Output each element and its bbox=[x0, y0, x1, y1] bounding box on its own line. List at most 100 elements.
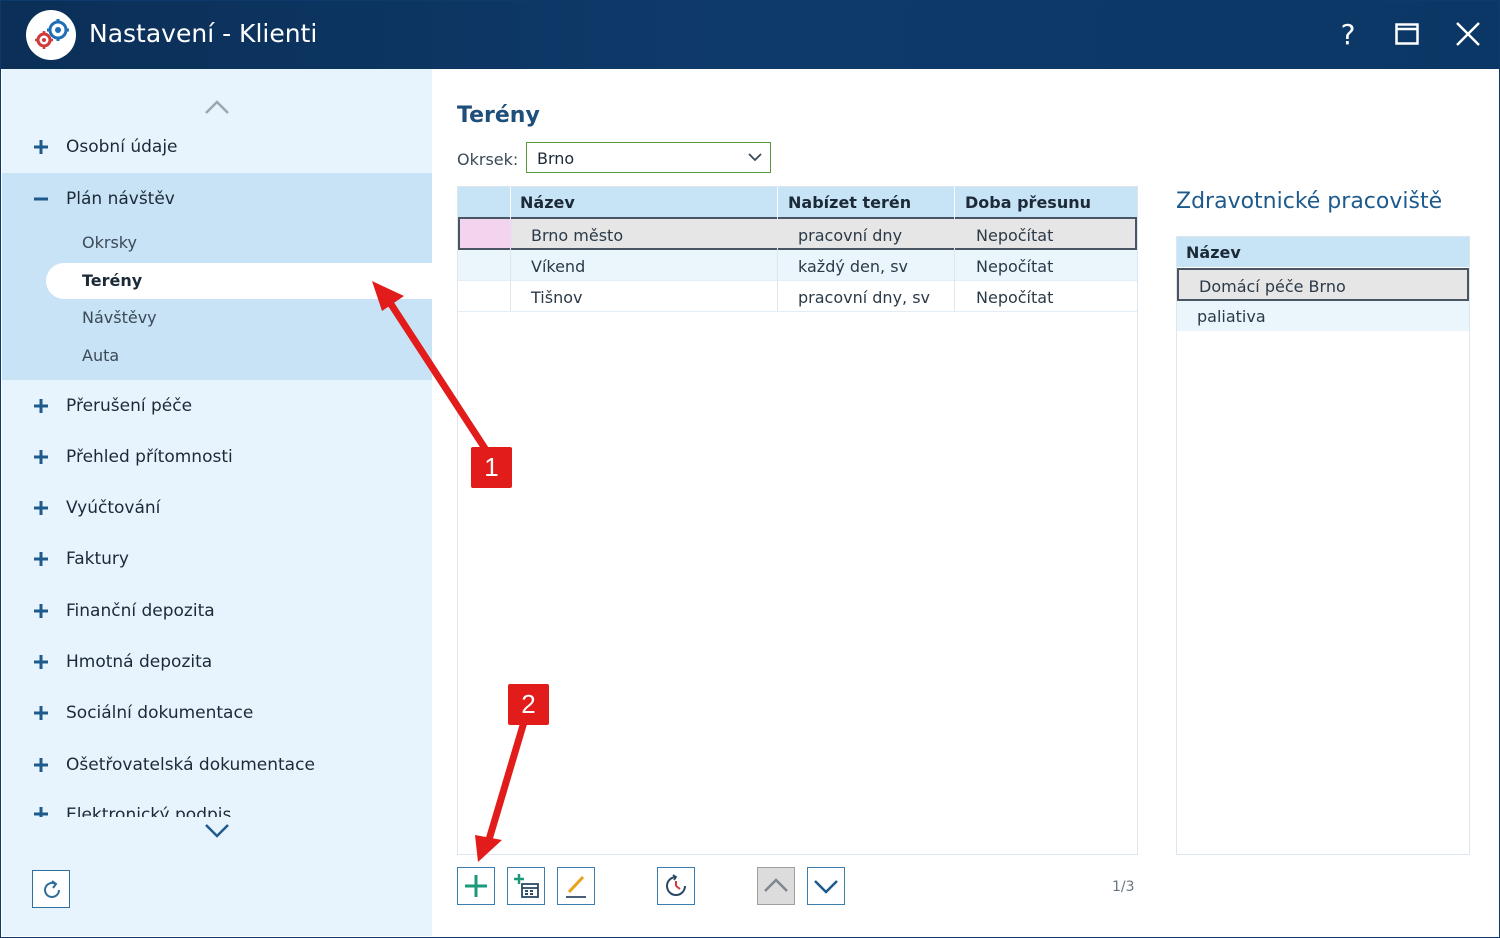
chevron-up-icon bbox=[205, 100, 229, 114]
sidebar-subitem-label: Auta bbox=[82, 346, 120, 365]
history-button[interactable] bbox=[657, 867, 695, 905]
plus-icon bbox=[34, 552, 48, 566]
side-panel-title: Zdravotnické pracoviště bbox=[1176, 189, 1443, 214]
cell-name: Tišnov bbox=[531, 288, 583, 307]
app-logo-gears-icon bbox=[26, 10, 76, 60]
sidebar-item-label: Osobní údaje bbox=[66, 137, 178, 157]
sidebar-item-prehled-pritomnosti[interactable]: Přehled přítomnosti bbox=[2, 437, 432, 477]
row-indicator bbox=[460, 219, 512, 248]
sidebar-item-vyuctovani[interactable]: Vyúčtování bbox=[2, 488, 432, 528]
column-divider bbox=[510, 217, 511, 311]
sidebar-subitem-okrsky[interactable]: Okrsky bbox=[46, 225, 432, 261]
add-button[interactable] bbox=[457, 867, 495, 905]
plus-icon bbox=[34, 399, 48, 413]
sidebar-item-osetrovatelska-dokumentace[interactable]: Ošetřovatelská dokumentace bbox=[2, 745, 432, 785]
sidebar-item-label: Hmotná depozita bbox=[66, 652, 213, 672]
minus-icon bbox=[34, 197, 48, 201]
sidebar-item-label: Přerušení péče bbox=[66, 396, 193, 416]
sidebar-item-label: Ošetřovatelská dokumentace bbox=[66, 755, 315, 775]
column-divider bbox=[954, 217, 955, 311]
add-calendar-button[interactable] bbox=[507, 867, 545, 905]
cell-travel: Nepočítat bbox=[976, 226, 1054, 245]
close-button[interactable] bbox=[1448, 14, 1488, 54]
sidebar-item-label: Sociální dokumentace bbox=[66, 703, 254, 723]
main-panel: Terény Okrsek: Brno Název Nabízet terén … bbox=[432, 69, 1498, 936]
page-title: Terény bbox=[457, 103, 540, 128]
table-row[interactable]: Tišnov pracovní dny, sv Nepočítat bbox=[458, 281, 1137, 312]
move-down-button[interactable] bbox=[807, 867, 845, 905]
column-header-travel[interactable]: Doba přesunu bbox=[965, 193, 1091, 212]
grid-header: Název bbox=[1177, 237, 1469, 267]
list-item[interactable]: Domácí péče Brno bbox=[1177, 268, 1469, 301]
edit-pencil-icon bbox=[566, 875, 586, 898]
grid-header: Název Nabízet terén Doba přesunu bbox=[458, 187, 1137, 217]
plus-icon bbox=[34, 758, 48, 772]
cell-name: Brno město bbox=[531, 226, 624, 245]
sidebar-item-label: Elektronický podpis bbox=[66, 805, 232, 817]
sidebar-subitem-label: Návštěvy bbox=[82, 308, 157, 327]
cell-offer: každý den, sv bbox=[798, 257, 909, 276]
close-icon bbox=[1456, 22, 1480, 46]
sidebar-subitem-label: Okrsky bbox=[82, 233, 137, 252]
move-up-button[interactable] bbox=[757, 867, 795, 905]
plus-icon bbox=[34, 655, 48, 669]
district-filter-label: Okrsek: bbox=[457, 150, 519, 169]
refresh-icon bbox=[44, 880, 60, 898]
column-header-offer[interactable]: Nabízet terén bbox=[788, 193, 911, 212]
workplaces-grid: Název Domácí péče Brno paliativa bbox=[1176, 236, 1470, 855]
sidebar-item-label: Přehled přítomnosti bbox=[66, 447, 233, 467]
sidebar-item-label: Faktury bbox=[66, 549, 129, 569]
sidebar-item-label: Finanční depozita bbox=[66, 601, 215, 621]
sidebar-subitem-tereny[interactable]: Terény bbox=[46, 263, 432, 299]
sidebar-item-socialni-dokumentace[interactable]: Sociální dokumentace bbox=[2, 693, 432, 733]
column-header-name[interactable]: Název bbox=[520, 193, 575, 212]
sidebar: Osobní údaje Plán návštěv Okrsky Terény … bbox=[2, 69, 432, 936]
sidebar-item-label: Plán návštěv bbox=[66, 189, 175, 209]
sidebar-item-osobni-udaje[interactable]: Osobní údaje bbox=[2, 127, 432, 167]
plus-icon bbox=[34, 140, 48, 154]
sidebar-scroll-up-button[interactable] bbox=[202, 97, 232, 117]
sidebar-subitem-navstevy[interactable]: Návštěvy bbox=[46, 300, 432, 336]
sidebar-item-plan-navstev[interactable]: Plán návštěv bbox=[2, 179, 432, 219]
window-title: Nastavení - Klienti bbox=[89, 19, 318, 48]
sidebar-expanded-group: Plán návštěv Okrsky Terény Návštěvy Auta bbox=[2, 173, 432, 380]
annotation-badge-2: 2 bbox=[508, 684, 549, 725]
table-row[interactable]: Víkend každý den, sv Nepočítat bbox=[458, 250, 1137, 281]
sidebar-subitem-label: Terény bbox=[82, 271, 143, 290]
maximize-icon bbox=[1395, 23, 1419, 45]
arrow-up-icon bbox=[764, 878, 788, 892]
sidebar-item-elektronicky-podpis[interactable]: Elektronický podpis bbox=[2, 795, 432, 817]
district-select[interactable]: Brno bbox=[526, 142, 771, 173]
sidebar-item-hmotna-depozita[interactable]: Hmotná depozita bbox=[2, 642, 432, 682]
list-item[interactable]: paliativa bbox=[1177, 301, 1469, 331]
help-button[interactable]: ? bbox=[1328, 14, 1368, 54]
sidebar-item-financni-depozita[interactable]: Finanční depozita bbox=[2, 591, 432, 631]
edit-button[interactable] bbox=[557, 867, 595, 905]
history-clock-icon bbox=[666, 874, 686, 896]
plus-icon bbox=[34, 450, 48, 464]
add-calendar-icon bbox=[514, 874, 539, 898]
sidebar-subitem-auta[interactable]: Auta bbox=[46, 338, 432, 374]
sidebar-item-preruseni-pece[interactable]: Přerušení péče bbox=[2, 386, 432, 426]
terrains-grid: Název Nabízet terén Doba přesunu Brno mě… bbox=[457, 186, 1138, 855]
cell-name: Domácí péče Brno bbox=[1199, 277, 1346, 296]
cell-name: paliativa bbox=[1197, 307, 1266, 326]
column-divider bbox=[777, 217, 778, 311]
sidebar-scroll-down-button[interactable] bbox=[202, 821, 232, 841]
plus-icon bbox=[34, 604, 48, 618]
maximize-button[interactable] bbox=[1387, 14, 1427, 54]
title-bar: Nastavení - Klienti ? bbox=[0, 0, 1500, 69]
arrow-down-icon bbox=[814, 880, 838, 894]
annotation-badge-1: 1 bbox=[471, 447, 512, 488]
refresh-button[interactable] bbox=[32, 870, 70, 908]
cell-travel: Nepočítat bbox=[976, 288, 1054, 307]
plus-icon bbox=[465, 875, 487, 897]
sidebar-item-faktury[interactable]: Faktury bbox=[2, 539, 432, 579]
pager-indicator: 1/3 bbox=[1112, 879, 1135, 895]
table-row[interactable]: Brno město pracovní dny Nepočítat bbox=[458, 217, 1137, 250]
chevron-down-icon bbox=[748, 153, 762, 162]
column-header-name[interactable]: Název bbox=[1186, 243, 1241, 262]
chevron-down-icon bbox=[205, 824, 229, 838]
plus-icon bbox=[34, 807, 48, 817]
plus-icon bbox=[34, 706, 48, 720]
